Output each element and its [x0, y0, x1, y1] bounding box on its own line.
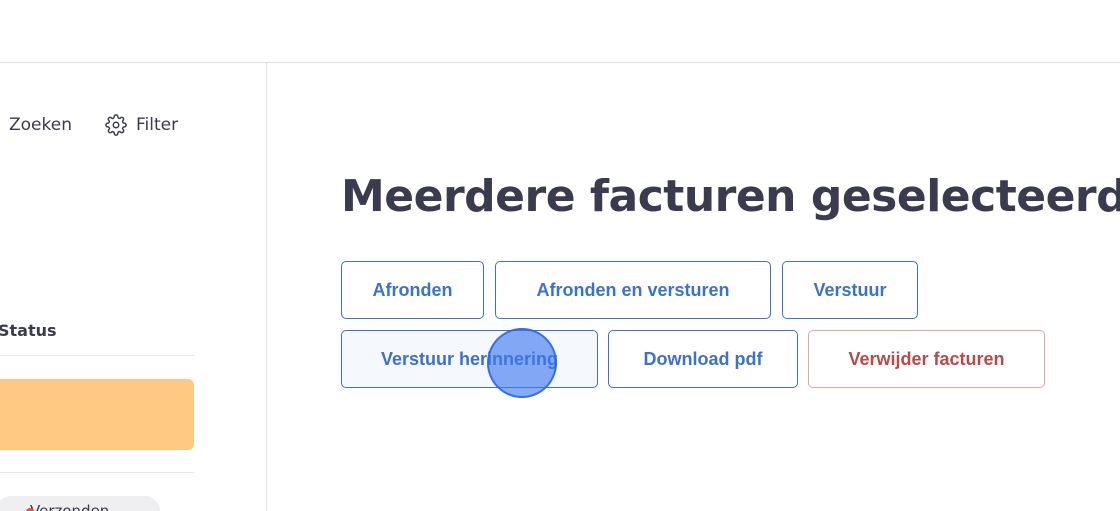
- status-badge-label: Verzonden: [30, 502, 110, 511]
- selected-row-highlight[interactable]: [0, 379, 194, 450]
- finalize-button[interactable]: Afronden: [341, 261, 484, 319]
- divider: [0, 355, 194, 356]
- filter-label: Filter: [136, 115, 179, 135]
- search-label: Zoeken: [9, 115, 72, 135]
- status-badge: Verzonden: [0, 496, 160, 511]
- filter-button[interactable]: Filter: [105, 113, 178, 137]
- download-pdf-button[interactable]: Download pdf: [608, 330, 798, 388]
- top-bar: [0, 0, 1120, 63]
- divider: [0, 472, 194, 473]
- send-reminder-button[interactable]: Verstuur herinnering: [341, 330, 598, 388]
- delete-invoices-button[interactable]: Verwijder facturen: [808, 330, 1045, 388]
- search-button[interactable]: Zoeken: [9, 113, 72, 137]
- send-button[interactable]: Verstuur: [782, 261, 918, 319]
- page-title: Meerdere facturen geselecteerd: [341, 171, 1120, 222]
- finalize-and-send-button[interactable]: Afronden en versturen: [495, 261, 771, 319]
- gear-icon: [105, 114, 127, 136]
- status-column-header: Status: [0, 321, 57, 340]
- bulk-actions-panel: Meerdere facturen geselecteerd Afronden …: [268, 63, 1120, 511]
- invoice-list-panel: Zoeken Filter Status Verzonden: [0, 63, 267, 511]
